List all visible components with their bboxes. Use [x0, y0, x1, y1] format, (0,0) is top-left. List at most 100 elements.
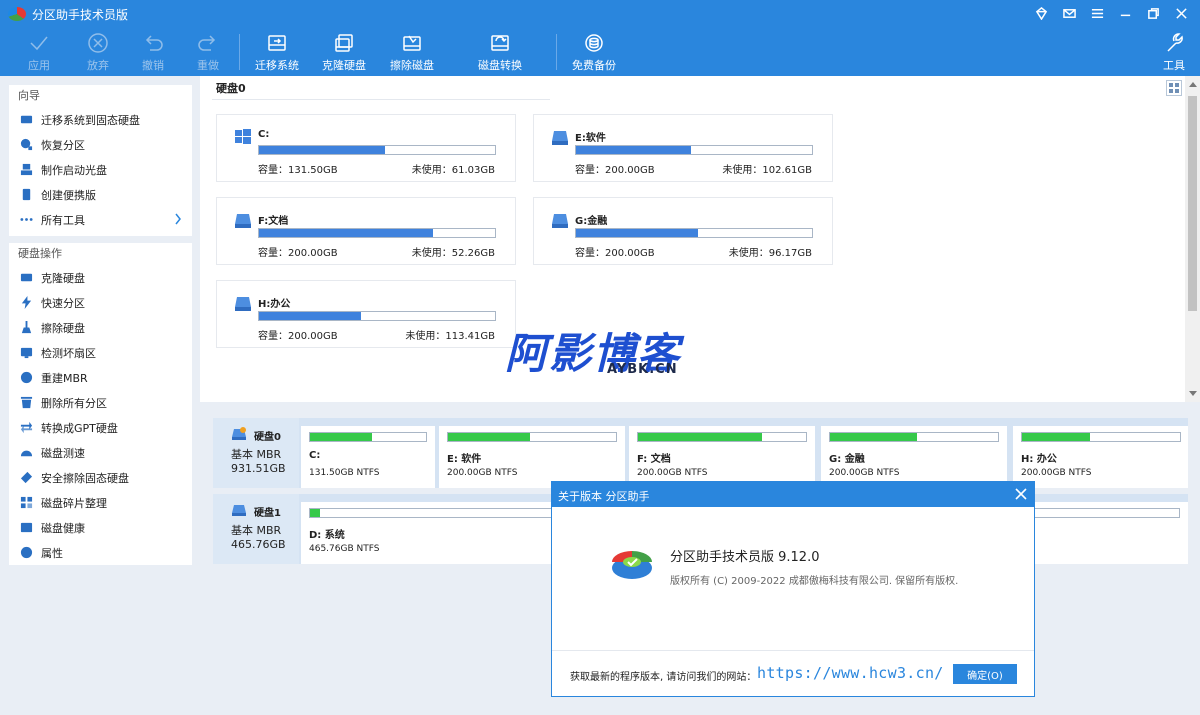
partition-block[interactable]: G: 金融 200.00GB NTFS: [821, 426, 1007, 488]
disk-size: 465.76GB: [231, 538, 286, 551]
sidebar-item-convert-gpt[interactable]: 转换成GPT硬盘: [9, 415, 192, 440]
free-backup-button[interactable]: 免费备份: [564, 28, 624, 74]
partition-block[interactable]: C: 131.50GB NTFS: [301, 426, 435, 488]
sidebar: 向导 迁移系统到固态硬盘 恢复分区 制作启动光盘 创建便携版 所有工具 硬盘操作…: [0, 76, 200, 715]
disk-heading: 硬盘0: [216, 82, 246, 95]
sidebar-item-boot-disc[interactable]: 制作启动光盘: [9, 157, 192, 182]
menu-icon[interactable]: [1086, 4, 1108, 22]
mail-icon[interactable]: [1058, 4, 1080, 22]
view-toggle-icon[interactable]: [1166, 80, 1182, 96]
partition-card-g[interactable]: G:金融 容量：200.00GB 未使用：96.17GB: [533, 197, 833, 265]
disk-drive-icon: [232, 505, 246, 516]
redo-label: 重做: [197, 59, 219, 72]
sidebar-item-portable[interactable]: 创建便携版: [9, 182, 192, 207]
vertical-scrollbar[interactable]: [1185, 76, 1200, 402]
disk-convert-button[interactable]: 磁盘转换: [470, 28, 530, 74]
apply-button[interactable]: 应用: [9, 28, 69, 74]
tools-button[interactable]: 工具: [1144, 28, 1200, 74]
pane-splitter[interactable]: [200, 402, 1200, 410]
sidebar-item-bad-sector[interactable]: 检测坏扇区: [9, 340, 192, 365]
clone-disk-button[interactable]: 克隆硬盘: [314, 28, 374, 74]
sidebar-item-label: 所有工具: [41, 213, 85, 227]
sidebar-item-label: 删除所有分区: [41, 396, 107, 410]
search-icon: [19, 138, 33, 152]
partition-name: F:文档: [258, 216, 289, 227]
app-logo-icon: [8, 7, 26, 21]
undo-button[interactable]: 撤销: [123, 28, 183, 74]
sidebar-item-defrag[interactable]: 磁盘碎片整理: [9, 490, 192, 515]
partition-name: G:金融: [575, 216, 608, 227]
more-dots-icon: [19, 213, 33, 227]
partition-name: F: 文档: [637, 454, 671, 465]
sidebar-item-quick-partition[interactable]: 快速分区: [9, 290, 192, 315]
ok-button[interactable]: 确定(O): [953, 664, 1017, 684]
partition-block[interactable]: F: 文档 200.00GB NTFS: [629, 426, 815, 488]
sidebar-item-wipe-disk[interactable]: 擦除硬盘: [9, 315, 192, 340]
sidebar-item-label: 属性: [41, 546, 63, 560]
partition-block[interactable]: E: 软件 200.00GB NTFS: [439, 426, 625, 488]
feedback-icon[interactable]: [1030, 4, 1052, 22]
partition-name: H: 办公: [1021, 454, 1057, 465]
usage-bar-fill: [576, 229, 699, 237]
convert-icon: [19, 421, 33, 435]
usage-bar-fill: [448, 433, 530, 441]
partition-block[interactable]: H: 办公 200.00GB NTFS: [1013, 426, 1188, 488]
dialog-close-icon[interactable]: [1014, 487, 1028, 501]
toolbar-separator: [239, 34, 240, 70]
wrench-icon: [1167, 33, 1183, 52]
disk-row-0[interactable]: 硬盘0 基本 MBR 931.51GB C: 131.50GB NTFS E: …: [213, 418, 1188, 488]
maximize-icon[interactable]: [1142, 4, 1164, 22]
website-link[interactable]: https://www.hcw3.cn/: [757, 664, 944, 682]
scroll-up-icon[interactable]: [1189, 82, 1197, 87]
apply-label: 应用: [28, 59, 50, 72]
sidebar-item-disk-health[interactable]: 磁盘健康: [9, 515, 192, 540]
scroll-thumb[interactable]: [1188, 96, 1197, 311]
windows-icon: [235, 129, 251, 144]
disk-drive-icon: [232, 427, 246, 440]
partition-card-f[interactable]: F:文档 容量：200.00GB 未使用：52.26GB: [216, 197, 516, 265]
disk-drive-icon: [552, 214, 568, 228]
sidebar-item-clone-disk[interactable]: 克隆硬盘: [9, 265, 192, 290]
sidebar-item-label: 重建MBR: [41, 371, 88, 385]
partition-capacity: 容量：200.00GB: [575, 165, 655, 176]
disk-convert-label: 磁盘转换: [478, 59, 522, 72]
partition-card-h[interactable]: H:办公 容量：200.00GB 未使用：113.41GB: [216, 280, 516, 348]
disk-ops-panel: 硬盘操作 克隆硬盘 快速分区 擦除硬盘 检测坏扇区 重建MBR 删除所有分区 转…: [9, 243, 192, 565]
scroll-down-icon[interactable]: [1189, 391, 1197, 396]
usage-bar: [1021, 432, 1181, 442]
usage-bar-fill: [310, 509, 321, 517]
website-prompt: 获取最新的程序版本, 请访问我们的网站：: [570, 672, 757, 683]
minimize-icon[interactable]: [1114, 4, 1136, 22]
sidebar-item-rebuild-mbr[interactable]: 重建MBR: [9, 365, 192, 390]
partition-card-c[interactable]: C: 容量：131.50GB 未使用：61.03GB: [216, 114, 516, 182]
watermark-domain: AYBK.CN: [607, 362, 678, 377]
usage-bar-fill: [310, 433, 373, 441]
wizard-panel: 向导 迁移系统到固态硬盘 恢复分区 制作启动光盘 创建便携版 所有工具: [9, 85, 192, 236]
partition-card-e[interactable]: E:软件 容量：200.00GB 未使用：102.61GB: [533, 114, 833, 182]
usage-bar: [575, 145, 813, 155]
migrate-system-button[interactable]: 迁移系统: [247, 28, 307, 74]
toolbar-separator-2: [556, 34, 557, 70]
sidebar-item-disk-speed[interactable]: 磁盘测速: [9, 440, 192, 465]
partition-info: 200.00GB NTFS: [1021, 468, 1092, 478]
partition-free: 未使用：113.41GB: [405, 331, 495, 342]
sidebar-item-secure-erase-ssd[interactable]: 安全擦除固态硬盘: [9, 465, 192, 490]
lightning-icon: [19, 296, 33, 310]
sidebar-item-all-tools[interactable]: 所有工具: [9, 207, 192, 232]
sidebar-item-label: 制作启动光盘: [41, 163, 107, 177]
redo-button[interactable]: 重做: [178, 28, 238, 74]
sidebar-item-delete-all[interactable]: 删除所有分区: [9, 390, 192, 415]
partition-capacity: 容量：200.00GB: [258, 248, 338, 259]
sidebar-item-label: 安全擦除固态硬盘: [41, 471, 129, 485]
disk-size: 931.51GB: [231, 462, 286, 475]
free-backup-label: 免费备份: [572, 59, 616, 72]
disk-convert-icon: [491, 35, 509, 51]
partition-free: 未使用：102.61GB: [722, 165, 812, 176]
sidebar-item-properties[interactable]: 属性: [9, 540, 192, 565]
sidebar-item-migrate-ssd[interactable]: 迁移系统到固态硬盘: [9, 107, 192, 132]
wipe-disk-button[interactable]: 擦除磁盘: [382, 28, 442, 74]
tools-label: 工具: [1163, 59, 1185, 72]
sidebar-item-recover-partition[interactable]: 恢复分区: [9, 132, 192, 157]
discard-button[interactable]: 放弃: [68, 28, 128, 74]
close-icon[interactable]: [1170, 4, 1192, 22]
